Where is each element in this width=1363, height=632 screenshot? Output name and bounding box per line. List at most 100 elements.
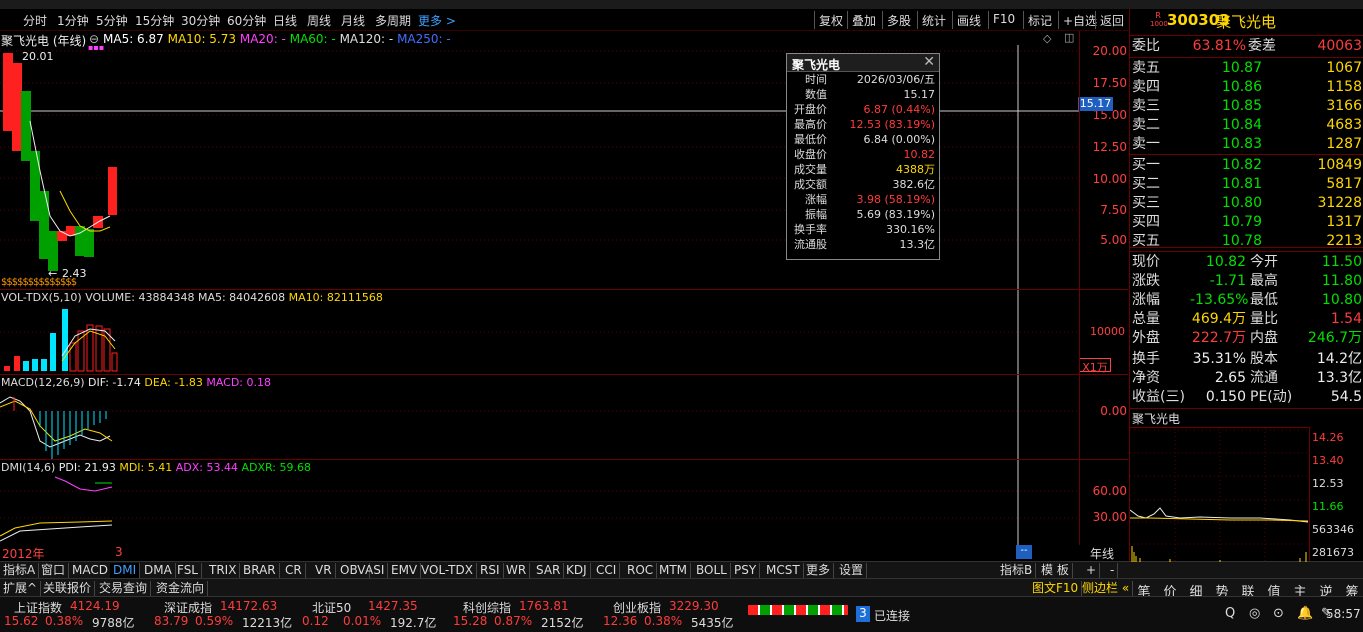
indicator-tab[interactable]: EMV xyxy=(388,563,422,578)
index-price: 14172.63 xyxy=(220,599,278,613)
indicator-tab[interactable]: PSY xyxy=(731,563,761,578)
mini-intraday-chart[interactable] xyxy=(1130,427,1310,562)
indicator-tab[interactable]: CR xyxy=(282,563,306,578)
dmi-pdi: PDI: 21.93 xyxy=(58,461,116,474)
sell-level: 卖二 10.84 4683 xyxy=(1130,116,1363,135)
indicator-tab[interactable]: BOLL xyxy=(693,563,731,578)
indicator-tab-right[interactable]: 模 板 xyxy=(1038,563,1073,578)
stat-label: 内盘 xyxy=(1250,330,1278,346)
indicator-tab[interactable]: RSI xyxy=(477,563,504,578)
indicator-tab[interactable]: WR xyxy=(503,563,531,578)
indicator-tab[interactable]: ASI xyxy=(362,563,389,578)
indicator-tab[interactable]: SAR xyxy=(533,563,565,578)
indicator-tab[interactable]: FSL xyxy=(174,563,202,578)
period-15min[interactable]: 15分钟 xyxy=(135,12,174,29)
mini-chart-canvas xyxy=(1130,428,1310,562)
index-amount: 5435亿 xyxy=(691,616,734,630)
indicator-tab[interactable]: ROC xyxy=(624,563,658,578)
indicator-tab[interactable]: BRAR xyxy=(240,563,280,578)
period-day[interactable]: 日线 xyxy=(273,12,297,29)
indicator-tab[interactable]: VR xyxy=(312,563,336,578)
level-volume: 3166 xyxy=(1326,98,1362,114)
indicator-tab[interactable]: CCI xyxy=(593,563,621,578)
extension-tab[interactable]: 交易查询 xyxy=(96,581,152,596)
ma250-label: MA250: - xyxy=(397,32,451,46)
search-icon[interactable]: Q xyxy=(1225,606,1235,621)
extension-tab[interactable]: 资金流向 xyxy=(153,581,209,596)
mini-tick: 563346 xyxy=(1312,523,1354,536)
period-month[interactable]: 月线 xyxy=(341,12,365,29)
indicator-tab[interactable]: DMA xyxy=(141,563,176,578)
period-fenshi[interactable]: 分时 xyxy=(23,12,47,29)
target-icon[interactable]: ⊙ xyxy=(1273,606,1284,621)
chart-area[interactable]: 聚飞光电 (年线) ⊖ MA5: 6.87 MA10: 5.73 MA20: -… xyxy=(0,31,1128,545)
mini-tick: 13.40 xyxy=(1312,454,1344,467)
buy-level: 买二 10.81 5817 xyxy=(1130,175,1363,194)
tongji-button[interactable]: 统计 xyxy=(917,11,950,29)
indicator-tab[interactable]: MACD xyxy=(69,563,112,578)
indicator-tab-right[interactable]: 指标B xyxy=(997,563,1037,578)
duogu-button[interactable]: 多股 xyxy=(882,11,915,29)
f10-button[interactable]: F10 xyxy=(988,11,1019,29)
diamond-icon[interactable]: ◇ xyxy=(1043,32,1051,45)
close-icon[interactable]: ✕ xyxy=(923,54,935,70)
price-tick: 10.00 xyxy=(1092,172,1127,186)
connection-count: 3 xyxy=(856,606,870,622)
indicator-tab-right[interactable]: - xyxy=(1107,563,1119,578)
indicator-tab[interactable]: 设置 xyxy=(836,563,868,578)
stat-value: -1.71 xyxy=(1209,273,1246,289)
fuquan-button[interactable]: 复权 xyxy=(814,11,847,29)
price-tick: 20.00 xyxy=(1092,44,1127,58)
period-week[interactable]: 周线 xyxy=(307,12,331,29)
back-button[interactable]: 返回 xyxy=(1095,11,1128,29)
window-toggle-icon[interactable]: ◫ xyxy=(1064,31,1074,44)
time-axis: 2012年 3 -- 年线 xyxy=(0,545,1128,561)
stat-value: 11.80 xyxy=(1321,273,1362,289)
indicator-tab[interactable]: 更多 xyxy=(803,563,835,578)
level-price: 10.79 xyxy=(1221,214,1262,230)
record-icon[interactable]: ◎ xyxy=(1249,606,1260,621)
indicator-tab-right[interactable]: + xyxy=(1083,563,1101,578)
biaoji-button[interactable]: 标记 xyxy=(1023,11,1056,29)
tooltip-row: 数值 15.17 xyxy=(787,87,939,102)
stat-value: 0.150 xyxy=(1205,389,1246,405)
extension-tab-right[interactable]: 图文F10 xyxy=(1029,581,1083,596)
stat-value: 11.50 xyxy=(1321,254,1362,270)
ma120-label: MA120: - xyxy=(339,32,394,46)
period-30min[interactable]: 30分钟 xyxy=(181,12,220,29)
indicator-tab[interactable]: MCST xyxy=(763,563,804,578)
indicator-tab[interactable]: VOL-TDX xyxy=(418,563,477,578)
indicator-tab[interactable]: MTM xyxy=(656,563,692,578)
dmi-adx: ADX: 53.44 xyxy=(175,461,238,474)
stat-label: 换手 xyxy=(1132,351,1160,367)
period-1min[interactable]: 1分钟 xyxy=(57,12,89,29)
period-multi[interactable]: 多周期 xyxy=(375,12,411,29)
period-more-button[interactable]: 更多 > xyxy=(418,12,456,29)
period-5min[interactable]: 5分钟 xyxy=(96,12,128,29)
level-label: 卖三 xyxy=(1132,98,1160,114)
ma5-label: MA5: 6.87 xyxy=(103,32,164,46)
indicator-tab[interactable]: TRIX xyxy=(206,563,241,578)
indicator-tab[interactable]: 指标A xyxy=(0,563,40,578)
huaxian-button[interactable]: 画线 xyxy=(952,11,985,29)
connection-status[interactable]: 已连接 xyxy=(874,607,910,624)
stat-value: 54.5 xyxy=(1330,389,1362,405)
level-label: 卖四 xyxy=(1132,79,1160,95)
extension-tab[interactable]: 关联报价 xyxy=(40,581,96,596)
indicator-tab[interactable]: 窗口 xyxy=(38,563,70,578)
stat-row: 外盘 222.7万 内盘 246.7万 xyxy=(1130,329,1363,348)
mini-tick: 11.66 xyxy=(1312,500,1344,513)
extension-tab[interactable]: 扩展^ xyxy=(0,581,42,596)
period-60min[interactable]: 60分钟 xyxy=(227,12,266,29)
extension-tab-right[interactable]: 侧边栏 « xyxy=(1079,581,1134,596)
indicator-tab[interactable]: DMI xyxy=(110,563,141,578)
mini-tick: 14.26 xyxy=(1312,431,1344,444)
tooltip-row: 换手率 330.16% xyxy=(787,222,939,237)
tooltip-row: 最高价 12.53 (83.19%) xyxy=(787,117,939,132)
level-label: 买四 xyxy=(1132,214,1160,230)
index-change: 83.79 xyxy=(154,614,189,628)
bell-icon[interactable]: 🔔 xyxy=(1297,606,1313,621)
diejia-button[interactable]: 叠加 xyxy=(847,11,880,29)
tooltip-value: 15.17 xyxy=(903,88,936,101)
indicator-tab[interactable]: KDJ xyxy=(563,563,591,578)
